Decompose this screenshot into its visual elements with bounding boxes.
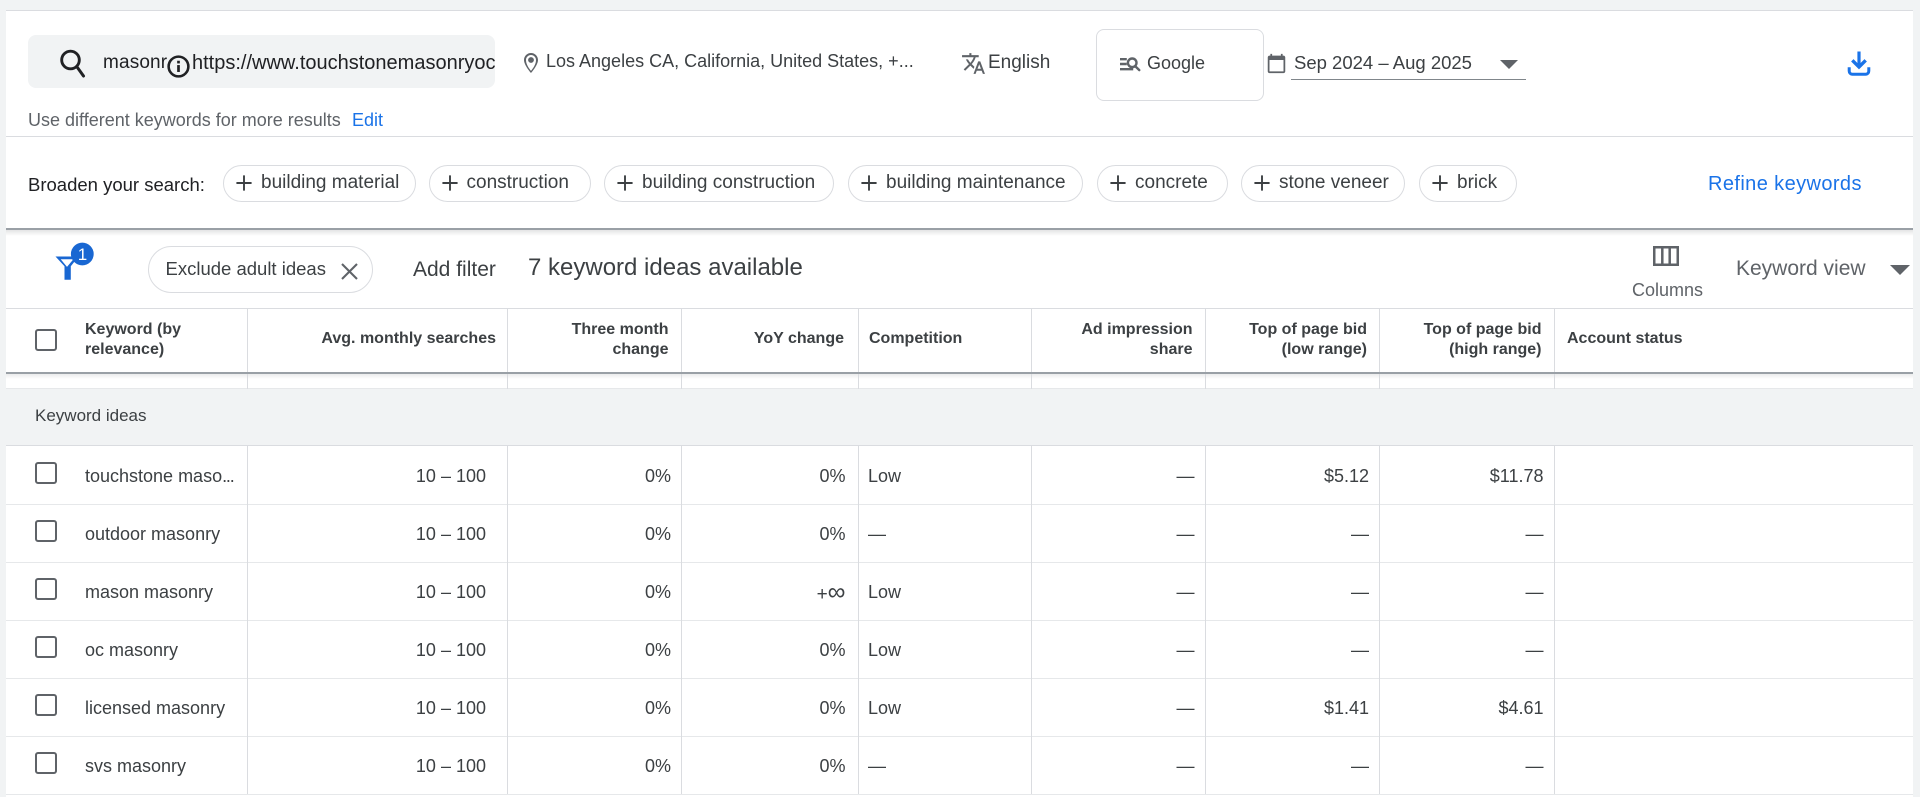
svg-text:1: 1 xyxy=(78,245,87,264)
